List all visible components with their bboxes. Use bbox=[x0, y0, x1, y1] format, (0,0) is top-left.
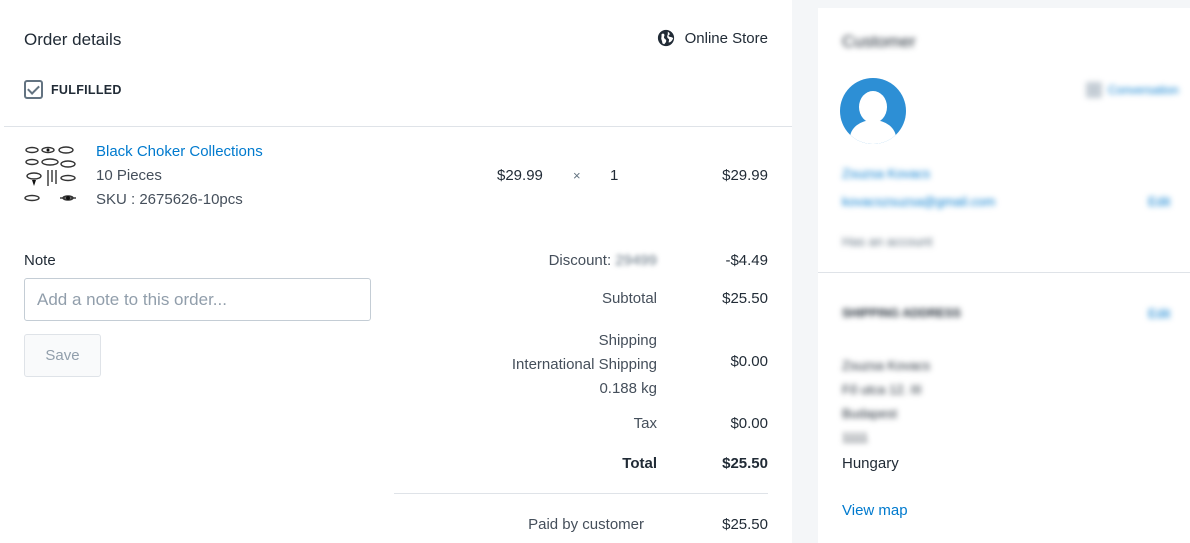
multiply-sign: × bbox=[573, 168, 581, 183]
shipping-details: Shipping International Shipping 0.188 kg bbox=[512, 329, 657, 401]
conversation-link-label: Conversation bbox=[1108, 83, 1179, 97]
edit-shipping-link[interactable]: Edit bbox=[1148, 306, 1170, 321]
order-details-card: Order details Online Store FULFILLED Bla bbox=[0, 0, 792, 543]
discount-code: 29499 bbox=[615, 252, 657, 269]
subtotal-label: Subtotal bbox=[601, 290, 657, 307]
sales-channel: Online Store bbox=[657, 29, 768, 47]
shipping-address-title: SHIPPING ADDRESS bbox=[842, 306, 961, 320]
address-country: Hungary bbox=[842, 455, 899, 472]
customer-email-link[interactable]: kovacszsuzsa@gmail.com bbox=[842, 194, 995, 209]
fulfillment-status-label: FULFILLED bbox=[51, 82, 122, 97]
address-line1: Fő utca 12. III bbox=[842, 382, 922, 397]
note-label: Note bbox=[24, 252, 56, 269]
shipping-weight: 0.188 kg bbox=[599, 380, 657, 397]
line-total: $29.99 bbox=[722, 167, 768, 184]
paid-value: $25.50 bbox=[722, 516, 768, 533]
unit-price: $29.99 bbox=[497, 167, 543, 184]
customer-title: Customer bbox=[842, 32, 916, 51]
globe-icon bbox=[657, 29, 675, 47]
sales-channel-label: Online Store bbox=[684, 29, 768, 47]
product-variant: 10 Pieces bbox=[96, 167, 162, 184]
view-map-link[interactable]: View map bbox=[842, 502, 908, 519]
conversation-link[interactable]: Conversation bbox=[1086, 82, 1179, 98]
tax-label: Tax bbox=[633, 415, 657, 432]
save-button[interactable]: Save bbox=[24, 334, 101, 377]
divider bbox=[394, 493, 768, 494]
discount-label: Discount: 29499 bbox=[549, 252, 657, 269]
shipping-method: International Shipping bbox=[511, 356, 657, 373]
shipping-label: Shipping bbox=[598, 332, 657, 349]
paid-label: Paid by customer bbox=[528, 516, 644, 533]
total-value: $25.50 bbox=[722, 455, 768, 472]
product-thumbnail bbox=[24, 142, 84, 206]
quantity: 1 bbox=[610, 167, 619, 184]
product-sku: SKU : 2675626-10pcs bbox=[96, 191, 243, 208]
note-input[interactable] bbox=[24, 278, 371, 321]
customer-name-link[interactable]: Zsuzsa Kovacs bbox=[842, 166, 930, 181]
avatar bbox=[840, 78, 906, 144]
discount-label-text: Discount: bbox=[548, 252, 612, 269]
address-name: Zsuzsa Kovacs bbox=[842, 358, 931, 373]
shipping-value: $0.00 bbox=[730, 353, 768, 370]
divider bbox=[818, 272, 1190, 273]
conversation-icon bbox=[1086, 82, 1102, 98]
discount-value: -$4.49 bbox=[725, 252, 768, 269]
subtotal-value: $25.50 bbox=[722, 290, 768, 307]
divider bbox=[4, 126, 792, 127]
fulfillment-status: FULFILLED bbox=[24, 80, 122, 99]
tax-value: $0.00 bbox=[730, 415, 768, 432]
checkbox-checked-icon bbox=[24, 80, 43, 99]
customer-card: Customer Conversation Zsuzsa Kovacs kova… bbox=[818, 8, 1190, 543]
address-city: Budapest bbox=[842, 406, 897, 421]
account-status: Has an account bbox=[842, 234, 933, 249]
product-name-link[interactable]: Black Choker Collections bbox=[96, 143, 263, 160]
total-label: Total bbox=[622, 455, 657, 472]
order-details-title: Order details bbox=[24, 30, 122, 49]
edit-contact-link[interactable]: Edit bbox=[1148, 194, 1170, 209]
address-zip: 1111 bbox=[842, 430, 869, 445]
